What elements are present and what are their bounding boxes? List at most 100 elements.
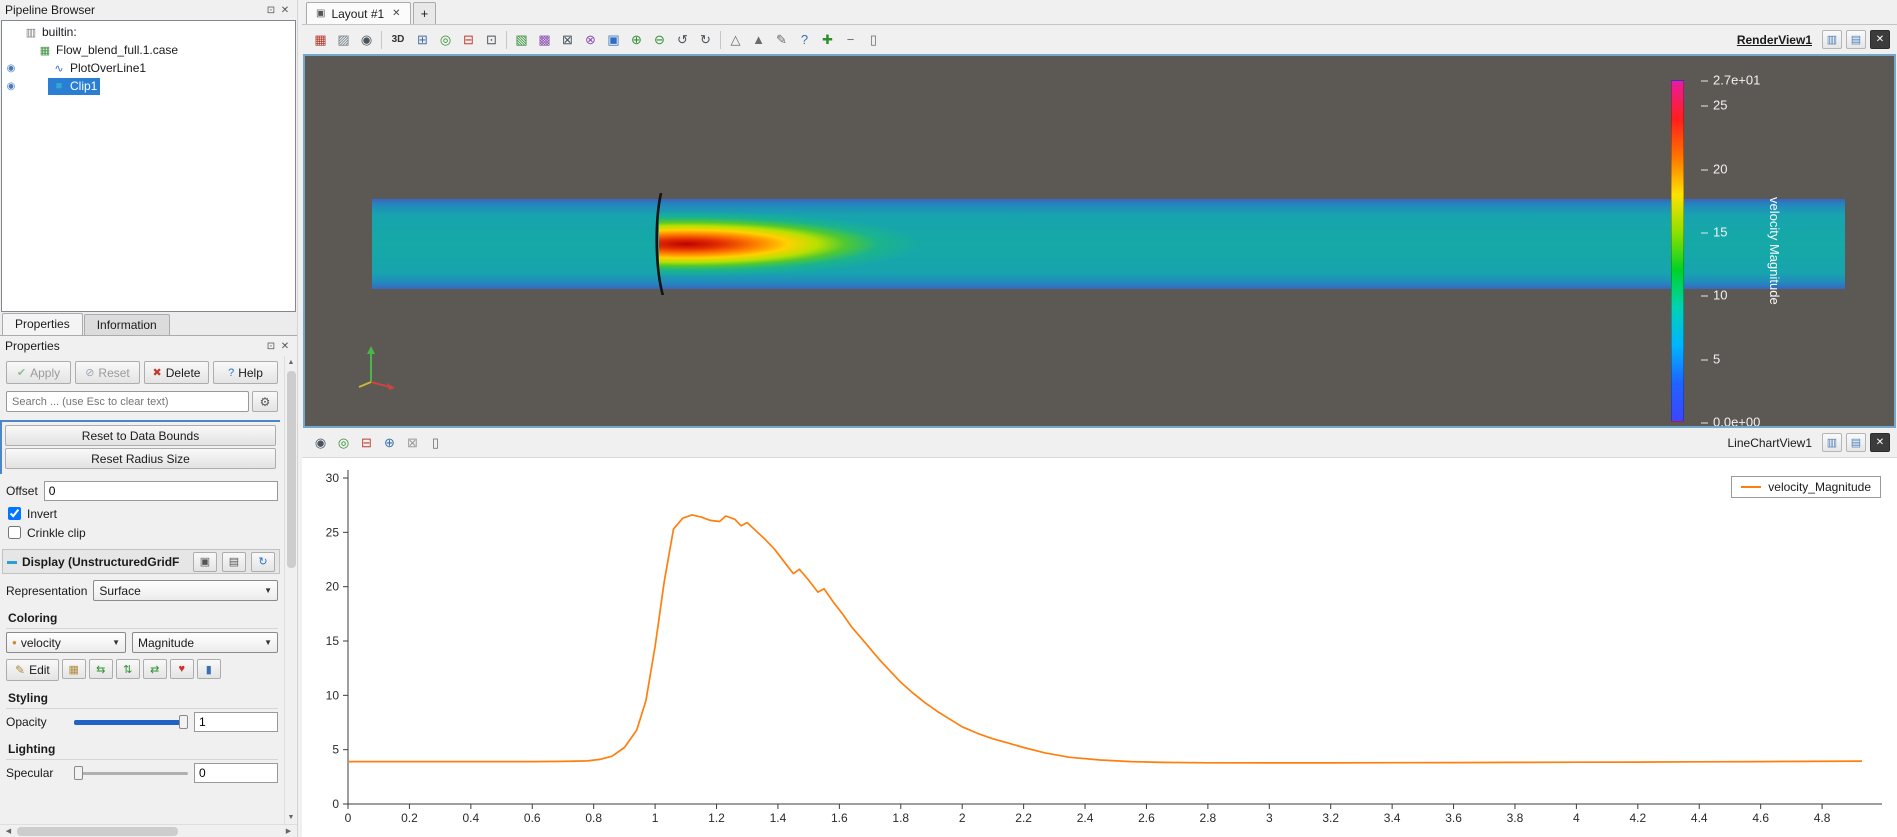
toggle-2d3d-button[interactable]: 3D xyxy=(385,28,411,51)
specular-slider[interactable] xyxy=(74,764,188,782)
colorbar-tick-label: 15 xyxy=(1701,224,1727,239)
slider-handle[interactable] xyxy=(179,715,188,729)
representation-dropdown[interactable]: Surface ▼ xyxy=(93,580,278,601)
svg-text:1.4: 1.4 xyxy=(770,811,787,825)
pipeline-item-builtin[interactable]: ▥ builtin: xyxy=(2,23,295,41)
visibility-eye-icon[interactable]: ◉ xyxy=(2,81,20,92)
interactive-select-points-icon[interactable]: ⊖ xyxy=(648,28,671,51)
split-horizontal-icon[interactable]: ▥ xyxy=(1822,433,1842,452)
annotation-icon[interactable]: ✎ xyxy=(770,28,793,51)
save-screenshot-icon[interactable]: ◉ xyxy=(309,431,332,454)
reset-to-data-bounds-button[interactable]: Reset to Data Bounds xyxy=(5,425,276,446)
zoom-to-box-icon[interactable]: ⊞ xyxy=(411,28,434,51)
add-selection-icon[interactable]: ✚ xyxy=(816,28,839,51)
probe-location-icon[interactable]: ▲ xyxy=(747,28,770,51)
opacity-slider[interactable] xyxy=(74,713,188,731)
undock-icon[interactable]: ⊡ xyxy=(264,341,278,352)
search-input[interactable] xyxy=(6,391,249,412)
color-array-dropdown[interactable]: ● velocity ▼ xyxy=(6,632,126,653)
choose-preset-button[interactable]: ♥ xyxy=(169,659,194,679)
scroll-up-icon[interactable]: ▲ xyxy=(288,356,295,369)
reset-radius-size-button[interactable]: Reset Radius Size xyxy=(5,448,276,469)
edit-color-map-button[interactable]: ✎ Edit xyxy=(6,659,59,681)
rubber-band-zoom-icon[interactable]: ⊡ xyxy=(480,28,503,51)
undock-icon[interactable]: ⊡ xyxy=(264,5,278,16)
reset-button[interactable]: ⊘ Reset xyxy=(75,361,140,384)
opacity-input[interactable] xyxy=(194,712,278,732)
show-scalar-bar-button[interactable]: ▮ xyxy=(196,659,221,679)
zoom-to-box-icon[interactable]: ⊕ xyxy=(378,431,401,454)
interactive-select-cells-icon[interactable]: ⊕ xyxy=(625,28,648,51)
visibility-eye-icon[interactable]: ◉ xyxy=(2,63,20,74)
line-chart-view[interactable]: 0 0.2 0.4 0.6 0.8 1 1.2 1.4 1.6 1.8 2 2.2 2.4 2.6 2.8 3… xyxy=(302,457,1897,837)
invert-checkbox[interactable] xyxy=(8,507,21,520)
rescale-to-custom-range-button[interactable]: ⇅ xyxy=(115,659,140,679)
chart-legend[interactable]: velocity_Magnitude xyxy=(1731,476,1881,498)
tab-information[interactable]: Information xyxy=(83,314,170,335)
ruler-icon[interactable]: △ xyxy=(724,28,747,51)
chevron-down-icon: ▼ xyxy=(112,638,120,647)
specular-input[interactable] xyxy=(194,763,278,783)
use-separate-colormap-button[interactable]: ▦ xyxy=(61,659,86,679)
close-icon[interactable]: ✕ xyxy=(278,341,292,352)
pipeline-item-plotoverline1[interactable]: ◉ ∿ PlotOverLine1 xyxy=(2,59,295,77)
gear-icon[interactable]: ⚙ xyxy=(252,391,278,412)
horizontal-scrollbar[interactable]: ◀ ▶ xyxy=(0,824,297,837)
layout-tab[interactable]: ▣ Layout #1 ✕ xyxy=(306,2,411,24)
paste-properties-icon[interactable]: ▤ xyxy=(222,551,246,572)
split-vertical-icon[interactable]: ▤ xyxy=(1846,433,1866,452)
colorbar[interactable] xyxy=(1671,80,1684,422)
close-view-icon[interactable]: ✕ xyxy=(1870,433,1890,452)
select-points-on-icon[interactable]: ▩ xyxy=(533,28,556,51)
select-block-icon[interactable]: ▣ xyxy=(602,28,625,51)
edit-color-map-icon[interactable]: ▨ xyxy=(332,28,355,51)
reset-camera-icon[interactable]: ◎ xyxy=(434,28,457,51)
show-color-legend-icon[interactable]: ▦ xyxy=(309,28,332,51)
split-vertical-icon[interactable]: ▤ xyxy=(1846,30,1866,49)
render-viewport[interactable]: 2.7e+01 25 20 15 10 5 0.0e+00 velocity Magnitu… xyxy=(303,54,1896,428)
pipeline-item-flow-blend-full-1-case[interactable]: ▦ Flow_blend_full.1.case xyxy=(2,41,295,59)
whats-this-icon[interactable]: ? xyxy=(793,28,816,51)
rescale-over-time-button[interactable]: ⇄ xyxy=(142,659,167,679)
reset-view-icon[interactable]: ◎ xyxy=(332,431,355,454)
scrollbar-thumb[interactable] xyxy=(17,826,179,836)
select-frustum-cells-icon[interactable]: ⊠ xyxy=(556,28,579,51)
save-screenshot-icon[interactable]: ◉ xyxy=(355,28,378,51)
copy-properties-icon[interactable]: ▣ xyxy=(193,551,217,572)
scroll-right-icon[interactable]: ▶ xyxy=(282,827,295,835)
help-button[interactable]: ? Help xyxy=(213,361,278,384)
slider-handle[interactable] xyxy=(74,766,83,780)
offset-input[interactable] xyxy=(43,481,278,501)
help-label: Help xyxy=(238,365,263,380)
tab-properties[interactable]: Properties xyxy=(2,313,83,335)
select-chart-region-icon[interactable]: ⊠ xyxy=(401,431,424,454)
hover-cells-icon[interactable]: ↺ xyxy=(671,28,694,51)
hover-points-icon[interactable]: ↻ xyxy=(694,28,717,51)
rescale-to-data-range-button[interactable]: ⇆ xyxy=(88,659,113,679)
add-layout-tab[interactable]: + xyxy=(412,2,437,24)
delete-selection-icon[interactable]: ▯ xyxy=(862,28,885,51)
close-icon[interactable]: ✕ xyxy=(278,5,292,16)
zoom-out-icon[interactable]: ⊟ xyxy=(355,431,378,454)
scrollbar-thumb[interactable] xyxy=(286,371,296,568)
render-view-name[interactable]: RenderView1 xyxy=(1737,33,1812,47)
split-horizontal-icon[interactable]: ▥ xyxy=(1822,30,1842,49)
close-view-icon[interactable]: ✕ xyxy=(1870,30,1890,49)
color-component-dropdown[interactable]: Magnitude ▼ xyxy=(132,632,278,653)
delete-selection-icon[interactable]: ▯ xyxy=(424,431,447,454)
pipeline-item-clip1[interactable]: ◉ ■ Clip1 xyxy=(2,77,295,95)
reload-properties-icon[interactable]: ↻ xyxy=(251,551,275,572)
select-cells-on-icon[interactable]: ▧ xyxy=(510,28,533,51)
layout-tab-label: Layout #1 xyxy=(331,6,385,21)
scroll-down-icon[interactable]: ▼ xyxy=(288,811,295,824)
scroll-left-icon[interactable]: ◀ xyxy=(2,827,15,835)
zoom-out-icon[interactable]: ⊟ xyxy=(457,28,480,51)
delete-button[interactable]: ✖ Delete xyxy=(144,361,209,384)
select-frustum-points-icon[interactable]: ⊗ xyxy=(579,28,602,51)
apply-button[interactable]: ✔ Apply xyxy=(6,361,71,384)
vertical-scrollbar[interactable]: ▲ ▼ xyxy=(284,356,297,824)
close-tab-icon[interactable]: ✕ xyxy=(392,8,400,19)
chart-view-name[interactable]: LineChartView1 xyxy=(1728,436,1813,450)
subtract-selection-icon[interactable]: − xyxy=(839,28,862,51)
crinkle-clip-checkbox[interactable] xyxy=(8,526,21,539)
